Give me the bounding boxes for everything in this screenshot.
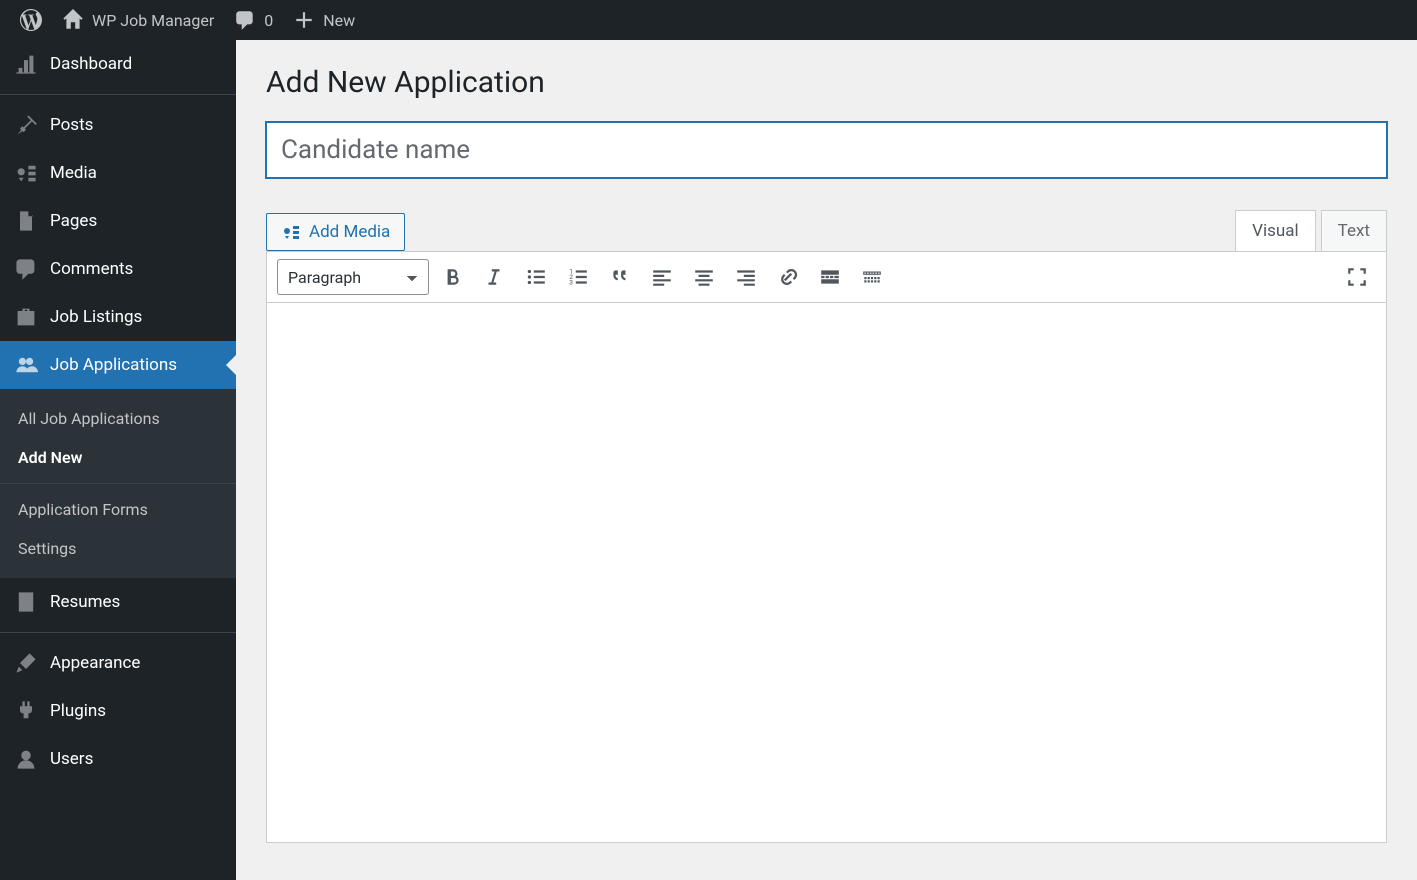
sidebar-item-job-applications[interactable]: Job Applications xyxy=(0,341,236,389)
sidebar-item-media[interactable]: Media xyxy=(0,149,236,197)
sidebar-item-dashboard[interactable]: Dashboard xyxy=(0,40,236,88)
svg-text:3: 3 xyxy=(569,279,573,287)
page-title: Add New Application xyxy=(266,65,1387,100)
fullscreen-button[interactable] xyxy=(1338,258,1376,296)
sidebar-item-appearance[interactable]: Appearance xyxy=(0,639,236,687)
document-icon xyxy=(14,590,38,614)
sidebar-item-label: Resumes xyxy=(50,592,120,612)
sidebar-item-resumes[interactable]: Resumes xyxy=(0,578,236,626)
format-select[interactable]: Paragraph xyxy=(277,259,429,295)
sidebar-item-label: Plugins xyxy=(50,701,106,721)
briefcase-icon xyxy=(14,305,38,329)
sidebar-item-pages[interactable]: Pages xyxy=(0,197,236,245)
link-button[interactable] xyxy=(769,258,807,296)
blockquote-button[interactable] xyxy=(601,258,639,296)
comment-icon xyxy=(14,257,38,281)
dashboard-icon xyxy=(14,52,38,76)
sidebar-item-label: Job Applications xyxy=(50,355,177,375)
admin-toolbar: WP Job Manager 0 New xyxy=(0,0,1417,40)
add-media-label: Add Media xyxy=(309,222,390,242)
media-icon xyxy=(14,161,38,185)
sidebar-item-posts[interactable]: Posts xyxy=(0,101,236,149)
sidebar-item-label: Dashboard xyxy=(50,54,132,74)
wp-logo[interactable] xyxy=(10,0,52,40)
media-icon xyxy=(281,222,301,242)
submenu-item-application-forms[interactable]: Application Forms xyxy=(0,490,236,529)
home-icon xyxy=(62,9,84,31)
bullet-list-button[interactable] xyxy=(517,258,555,296)
read-more-button[interactable] xyxy=(811,258,849,296)
italic-button[interactable] xyxy=(475,258,513,296)
sidebar-item-plugins[interactable]: Plugins xyxy=(0,687,236,735)
candidate-name-input[interactable] xyxy=(266,122,1387,178)
submenu-item-all-applications[interactable]: All Job Applications xyxy=(0,399,236,438)
tab-text[interactable]: Text xyxy=(1321,210,1387,251)
plus-icon xyxy=(293,9,315,31)
new-content-link[interactable]: New xyxy=(283,0,365,40)
site-title: WP Job Manager xyxy=(92,11,214,30)
new-label: New xyxy=(323,11,355,30)
pin-icon xyxy=(14,113,38,137)
brush-icon xyxy=(14,651,38,675)
comment-icon xyxy=(234,9,256,31)
tab-visual[interactable]: Visual xyxy=(1235,210,1315,251)
users-icon xyxy=(14,353,38,377)
submenu-item-settings[interactable]: Settings xyxy=(0,529,236,568)
align-right-button[interactable] xyxy=(727,258,765,296)
numbered-list-button[interactable]: 123 xyxy=(559,258,597,296)
editor-toolbar: Paragraph 123 xyxy=(266,251,1387,303)
bold-button[interactable] xyxy=(433,258,471,296)
user-icon xyxy=(14,747,38,771)
sidebar-item-label: Appearance xyxy=(50,653,140,673)
add-media-button[interactable]: Add Media xyxy=(266,213,405,251)
site-link[interactable]: WP Job Manager xyxy=(52,0,224,40)
comments-count: 0 xyxy=(264,11,273,30)
plug-icon xyxy=(14,699,38,723)
page-content: Add New Application Add Media Visual Tex… xyxy=(236,40,1417,880)
editor-content[interactable] xyxy=(266,303,1387,843)
sidebar-item-label: Media xyxy=(50,163,97,183)
toolbar-toggle-button[interactable] xyxy=(853,258,891,296)
sidebar-submenu: All Job Applications Add New Application… xyxy=(0,389,236,578)
sidebar-item-label: Pages xyxy=(50,211,97,231)
align-left-button[interactable] xyxy=(643,258,681,296)
comments-link[interactable]: 0 xyxy=(224,0,283,40)
sidebar-item-label: Users xyxy=(50,749,93,769)
sidebar-item-job-listings[interactable]: Job Listings xyxy=(0,293,236,341)
page-icon xyxy=(14,209,38,233)
align-center-button[interactable] xyxy=(685,258,723,296)
admin-sidebar: Dashboard Posts Media Pages Comments Job… xyxy=(0,40,236,880)
wordpress-icon xyxy=(20,9,42,31)
sidebar-item-label: Posts xyxy=(50,115,93,135)
sidebar-item-users[interactable]: Users xyxy=(0,735,236,783)
sidebar-item-comments[interactable]: Comments xyxy=(0,245,236,293)
sidebar-item-label: Job Listings xyxy=(50,307,142,327)
submenu-item-add-new[interactable]: Add New xyxy=(0,438,236,477)
sidebar-item-label: Comments xyxy=(50,259,133,279)
